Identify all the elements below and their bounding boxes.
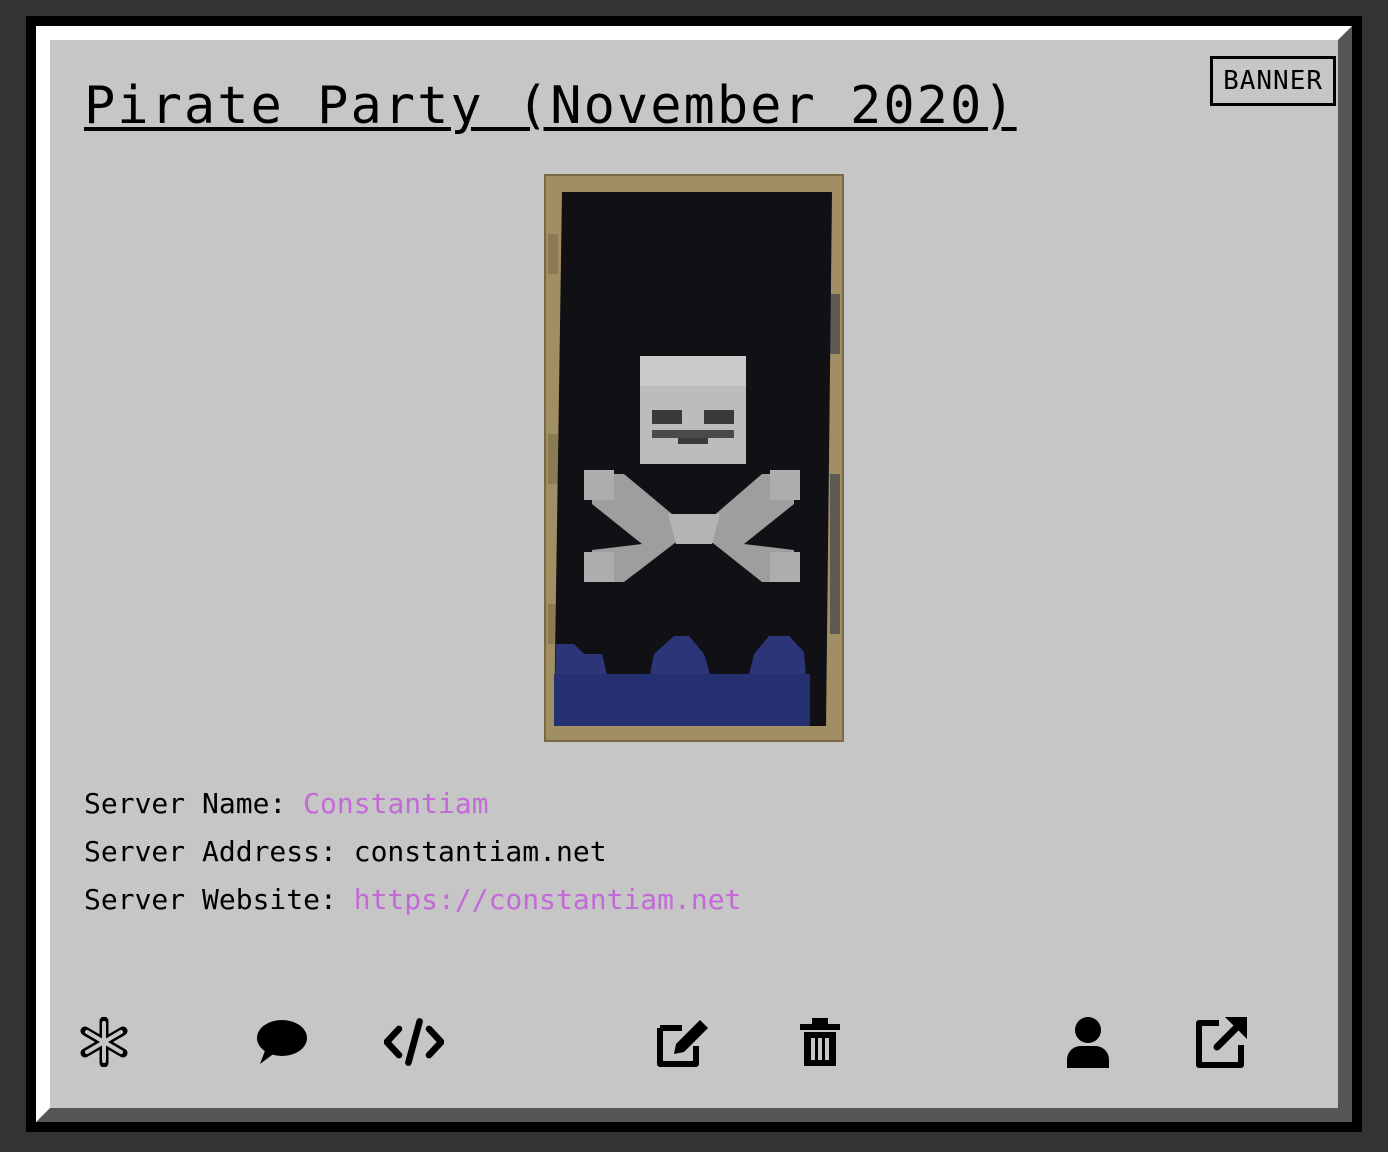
server-address-label: Server Address: [84,835,354,868]
server-address-row: Server Address: constantiam.net [84,828,741,876]
server-website-row: Server Website: https://constantiam.net [84,876,741,924]
card-title[interactable]: Pirate Party (November 2020) [84,76,1017,136]
card-outer-border: Pirate Party (November 2020) BANNER Serv… [26,16,1362,1132]
server-name-link[interactable]: Constantiam [303,787,488,820]
server-name-label: Server Name: [84,787,304,820]
banner-card: Pirate Party (November 2020) BANNER Serv… [36,26,1352,1122]
comment-icon[interactable] [252,1012,312,1072]
server-website-link[interactable]: https://constantiam.net [354,883,742,916]
server-website-label: Server Website: [84,883,354,916]
external-link-icon[interactable] [1192,1012,1252,1072]
asterisk-icon[interactable] [74,1012,134,1072]
type-badge: BANNER [1210,56,1336,106]
user-icon[interactable] [1058,1012,1118,1072]
edit-icon[interactable] [654,1012,714,1072]
code-icon[interactable] [384,1012,444,1072]
banner-image [544,174,844,742]
trash-icon[interactable] [790,1012,850,1072]
server-name-row: Server Name: Constantiam [84,780,741,828]
server-details: Server Name: Constantiam Server Address:… [84,780,741,924]
server-address-value: constantiam.net [353,835,607,868]
